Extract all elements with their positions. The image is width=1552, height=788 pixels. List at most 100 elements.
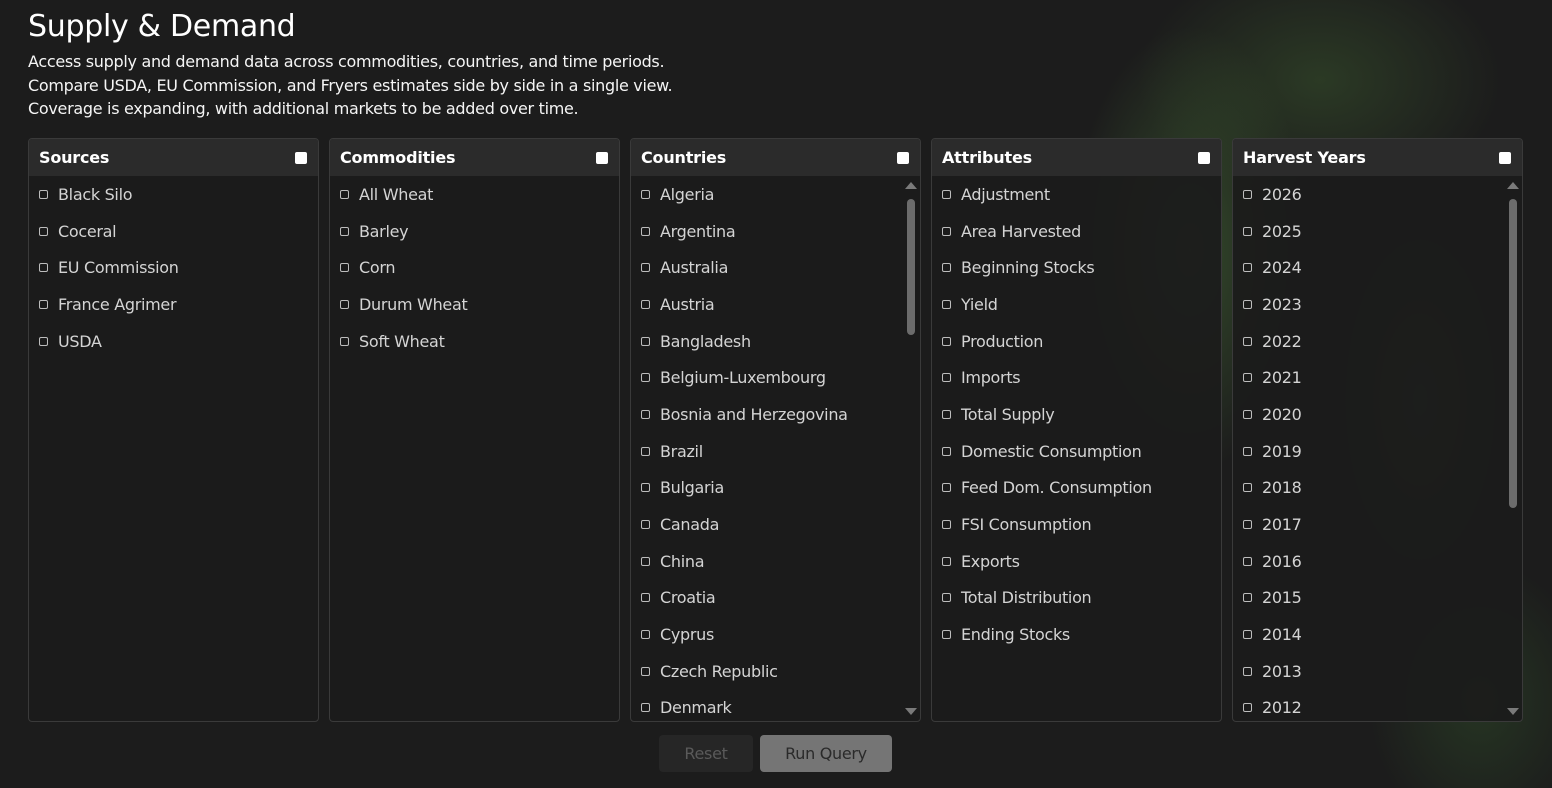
run-query-button[interactable]: Run Query (760, 735, 892, 772)
checkbox[interactable] (641, 189, 650, 199)
checkbox[interactable] (340, 299, 349, 309)
list-item[interactable]: Exports (932, 543, 1221, 580)
checkbox[interactable] (942, 446, 951, 456)
checkbox[interactable] (340, 189, 349, 199)
checkbox[interactable] (1243, 373, 1252, 383)
list-item[interactable]: Algeria (631, 176, 920, 213)
list-item[interactable]: Austria (631, 286, 920, 323)
scroll-down-arrow-icon[interactable] (1507, 708, 1519, 715)
checkbox[interactable] (1243, 703, 1252, 713)
checkbox[interactable] (641, 666, 650, 676)
list-item[interactable]: France Agrimer (29, 286, 318, 323)
checkbox[interactable] (942, 336, 951, 346)
select-all-sources-checkbox[interactable] (295, 151, 307, 164)
list-item[interactable]: Cyprus (631, 616, 920, 653)
list-item[interactable]: Croatia (631, 580, 920, 617)
checkbox[interactable] (942, 263, 951, 273)
list-item[interactable]: 2026 (1233, 176, 1522, 213)
list-item[interactable]: Yield (932, 286, 1221, 323)
checkbox[interactable] (942, 409, 951, 419)
select-all-countries-checkbox[interactable] (897, 151, 909, 164)
checkbox[interactable] (942, 520, 951, 530)
checkbox[interactable] (1243, 336, 1252, 346)
list-item[interactable]: 2016 (1233, 543, 1522, 580)
list-item[interactable]: 2012 (1233, 690, 1522, 721)
checkbox[interactable] (1243, 593, 1252, 603)
list-item[interactable]: Barley (330, 213, 619, 250)
list-item[interactable]: Adjustment (932, 176, 1221, 213)
list-item[interactable]: Denmark (631, 690, 920, 721)
list-item[interactable]: Czech Republic (631, 653, 920, 690)
list-item[interactable]: 2024 (1233, 249, 1522, 286)
checkbox[interactable] (641, 703, 650, 713)
harvest-years-scrollbar[interactable] (1506, 180, 1520, 717)
checkbox[interactable] (641, 556, 650, 566)
checkbox[interactable] (1243, 520, 1252, 530)
scroll-down-arrow-icon[interactable] (905, 708, 917, 715)
checkbox[interactable] (942, 556, 951, 566)
list-item[interactable]: All Wheat (330, 176, 619, 213)
checkbox[interactable] (942, 189, 951, 199)
list-item[interactable]: 2013 (1233, 653, 1522, 690)
list-item[interactable]: Bulgaria (631, 470, 920, 507)
checkbox[interactable] (641, 630, 650, 640)
list-item[interactable]: Imports (932, 359, 1221, 396)
checkbox[interactable] (942, 483, 951, 493)
list-item[interactable]: 2015 (1233, 580, 1522, 617)
list-item[interactable]: Domestic Consumption (932, 433, 1221, 470)
list-item[interactable]: 2018 (1233, 470, 1522, 507)
checkbox[interactable] (641, 299, 650, 309)
scroll-thumb[interactable] (1509, 199, 1517, 508)
checkbox[interactable] (39, 226, 48, 236)
checkbox[interactable] (942, 226, 951, 236)
list-item[interactable]: Area Harvested (932, 213, 1221, 250)
list-item[interactable]: Belgium-Luxembourg (631, 359, 920, 396)
list-item[interactable]: 2023 (1233, 286, 1522, 323)
checkbox[interactable] (1243, 483, 1252, 493)
checkbox[interactable] (340, 263, 349, 273)
checkbox[interactable] (1243, 189, 1252, 199)
checkbox[interactable] (1243, 263, 1252, 273)
checkbox[interactable] (641, 226, 650, 236)
list-item[interactable]: Black Silo (29, 176, 318, 213)
list-item[interactable]: USDA (29, 323, 318, 360)
list-item[interactable]: 2019 (1233, 433, 1522, 470)
list-item[interactable]: Corn (330, 249, 619, 286)
list-item[interactable]: Coceral (29, 213, 318, 250)
list-item[interactable]: Soft Wheat (330, 323, 619, 360)
list-item[interactable]: FSI Consumption (932, 506, 1221, 543)
checkbox[interactable] (641, 373, 650, 383)
list-item[interactable]: 2014 (1233, 616, 1522, 653)
list-item[interactable]: Ending Stocks (932, 616, 1221, 653)
list-item[interactable]: Beginning Stocks (932, 249, 1221, 286)
checkbox[interactable] (39, 299, 48, 309)
list-item[interactable]: Brazil (631, 433, 920, 470)
select-all-attributes-checkbox[interactable] (1198, 151, 1210, 164)
list-item[interactable]: Total Supply (932, 396, 1221, 433)
checkbox[interactable] (641, 483, 650, 493)
list-item[interactable]: Durum Wheat (330, 286, 619, 323)
checkbox[interactable] (39, 263, 48, 273)
checkbox[interactable] (1243, 666, 1252, 676)
list-item[interactable]: Feed Dom. Consumption (932, 470, 1221, 507)
checkbox[interactable] (340, 226, 349, 236)
countries-scrollbar[interactable] (904, 180, 918, 717)
list-item[interactable]: Argentina (631, 213, 920, 250)
checkbox[interactable] (641, 263, 650, 273)
checkbox[interactable] (641, 336, 650, 346)
list-item[interactable]: 2020 (1233, 396, 1522, 433)
checkbox[interactable] (641, 593, 650, 603)
checkbox[interactable] (641, 520, 650, 530)
checkbox[interactable] (1243, 630, 1252, 640)
checkbox[interactable] (1243, 226, 1252, 236)
select-all-commodities-checkbox[interactable] (596, 151, 608, 164)
list-item[interactable]: Canada (631, 506, 920, 543)
list-item[interactable]: 2022 (1233, 323, 1522, 360)
scroll-thumb[interactable] (907, 199, 915, 335)
list-item[interactable]: Bosnia and Herzegovina (631, 396, 920, 433)
checkbox[interactable] (942, 630, 951, 640)
checkbox[interactable] (39, 189, 48, 199)
select-all-harvest-years-checkbox[interactable] (1499, 151, 1511, 164)
list-item[interactable]: 2021 (1233, 359, 1522, 396)
list-item[interactable]: Bangladesh (631, 323, 920, 360)
